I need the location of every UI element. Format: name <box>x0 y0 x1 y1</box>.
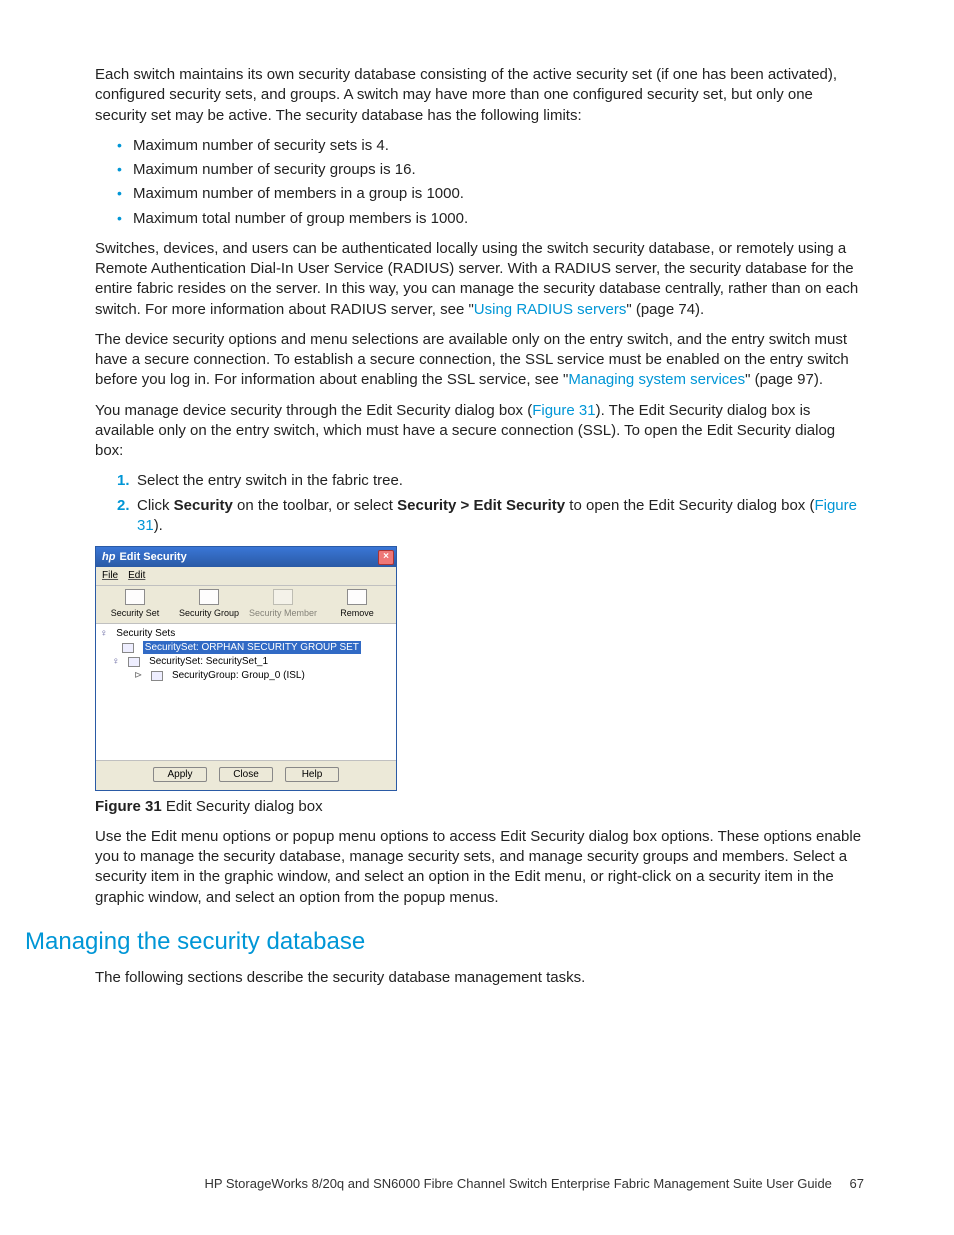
intro-paragraph: Each switch maintains its own security d… <box>95 65 864 126</box>
paragraph: Switches, devices, and users can be auth… <box>95 239 864 320</box>
list-item: Maximum number of security sets is 4. <box>117 136 864 156</box>
toolbar-label: Security Set <box>111 608 160 618</box>
paragraph: The following sections describe the secu… <box>95 968 864 988</box>
text: Click <box>137 497 174 514</box>
bold: Security <box>174 497 233 514</box>
toolbar-label: Security Group <box>179 608 239 618</box>
security-set-icon <box>125 589 145 605</box>
dialog-button-row: Apply Close Help <box>96 760 396 790</box>
footer-text: HP StorageWorks 8/20q and SN6000 Fibre C… <box>204 1176 831 1191</box>
figure-ref-link[interactable]: Figure 31 <box>532 402 595 419</box>
list-item: Maximum number of security groups is 16. <box>117 160 864 180</box>
remove-icon <box>347 589 367 605</box>
edit-security-dialog: hp Edit Security × File Edit Security Se… <box>95 546 397 791</box>
dialog-title: Edit Security <box>119 550 186 565</box>
list-item: Maximum number of members in a group is … <box>117 184 864 204</box>
dialog-tree[interactable]: ♀ Security Sets SecuritySet: ORPHAN SECU… <box>96 624 396 760</box>
paragraph: You manage device security through the E… <box>95 401 864 462</box>
limits-list: Maximum number of security sets is 4. Ma… <box>95 136 864 229</box>
toolbar-remove[interactable]: Remove <box>320 589 394 619</box>
tree-node-selected[interactable]: SecuritySet: ORPHAN SECURITY GROUP SET <box>143 641 361 655</box>
toolbar-security-group[interactable]: Security Group <box>172 589 246 619</box>
tree-node[interactable]: SecurityGroup: Group_0 (ISL) <box>172 669 305 683</box>
paragraph: The device security options and menu sel… <box>95 330 864 391</box>
section-heading: Managing the security database <box>25 926 864 958</box>
list-item: Click Security on the toolbar, or select… <box>117 496 864 537</box>
figure-caption: Figure 31 Edit Security dialog box <box>95 797 864 817</box>
menu-file[interactable]: File <box>102 569 118 583</box>
dialog-toolbar: Security Set Security Group Security Mem… <box>96 586 396 624</box>
tree-toggle-icon[interactable]: ♀ <box>112 655 120 669</box>
page-number: 67 <box>850 1176 864 1191</box>
toolbar-label: Remove <box>340 608 374 618</box>
text: ). <box>154 517 163 534</box>
folder-icon <box>122 643 134 653</box>
tree-node[interactable]: SecuritySet: SecuritySet_1 <box>149 655 268 669</box>
security-group-icon <box>199 589 219 605</box>
dialog-menubar: File Edit <box>96 567 396 586</box>
text: " (page 97). <box>745 371 823 388</box>
list-item: Select the entry switch in the fabric tr… <box>117 471 864 491</box>
tree-toggle-icon[interactable]: ♀ <box>100 627 108 641</box>
dialog-titlebar[interactable]: hp Edit Security × <box>96 547 396 567</box>
folder-icon <box>128 657 140 667</box>
toolbar-security-member[interactable]: Security Member <box>246 589 320 619</box>
text: You manage device security through the E… <box>95 402 532 419</box>
toolbar-label: Security Member <box>249 608 317 618</box>
hp-logo-icon: hp <box>102 550 115 565</box>
list-item: Maximum total number of group members is… <box>117 209 864 229</box>
apply-button[interactable]: Apply <box>153 767 207 782</box>
security-member-icon <box>273 589 293 605</box>
toolbar-security-set[interactable]: Security Set <box>98 589 172 619</box>
figure-title: Edit Security dialog box <box>162 798 323 815</box>
text: on the toolbar, or select <box>233 497 397 514</box>
help-button[interactable]: Help <box>285 767 339 782</box>
steps-list: Select the entry switch in the fabric tr… <box>95 471 864 536</box>
bold: Security > Edit Security <box>397 497 565 514</box>
figure-number: Figure 31 <box>95 798 162 815</box>
content-body: Each switch maintains its own security d… <box>95 65 864 989</box>
menu-edit[interactable]: Edit <box>128 569 145 583</box>
footer: HP StorageWorks 8/20q and SN6000 Fibre C… <box>0 1175 954 1193</box>
group-icon <box>151 671 163 681</box>
tree-root[interactable]: Security Sets <box>116 627 175 641</box>
paragraph: Use the Edit menu options or popup menu … <box>95 827 864 908</box>
close-button[interactable]: Close <box>219 767 273 782</box>
text: to open the Edit Security dialog box ( <box>565 497 814 514</box>
close-icon[interactable]: × <box>378 550 394 565</box>
system-services-link[interactable]: Managing system services <box>568 371 745 388</box>
radius-link[interactable]: Using RADIUS servers <box>474 301 627 318</box>
tree-toggle-icon[interactable]: ⊳ <box>134 669 142 683</box>
text: " (page 74). <box>626 301 704 318</box>
